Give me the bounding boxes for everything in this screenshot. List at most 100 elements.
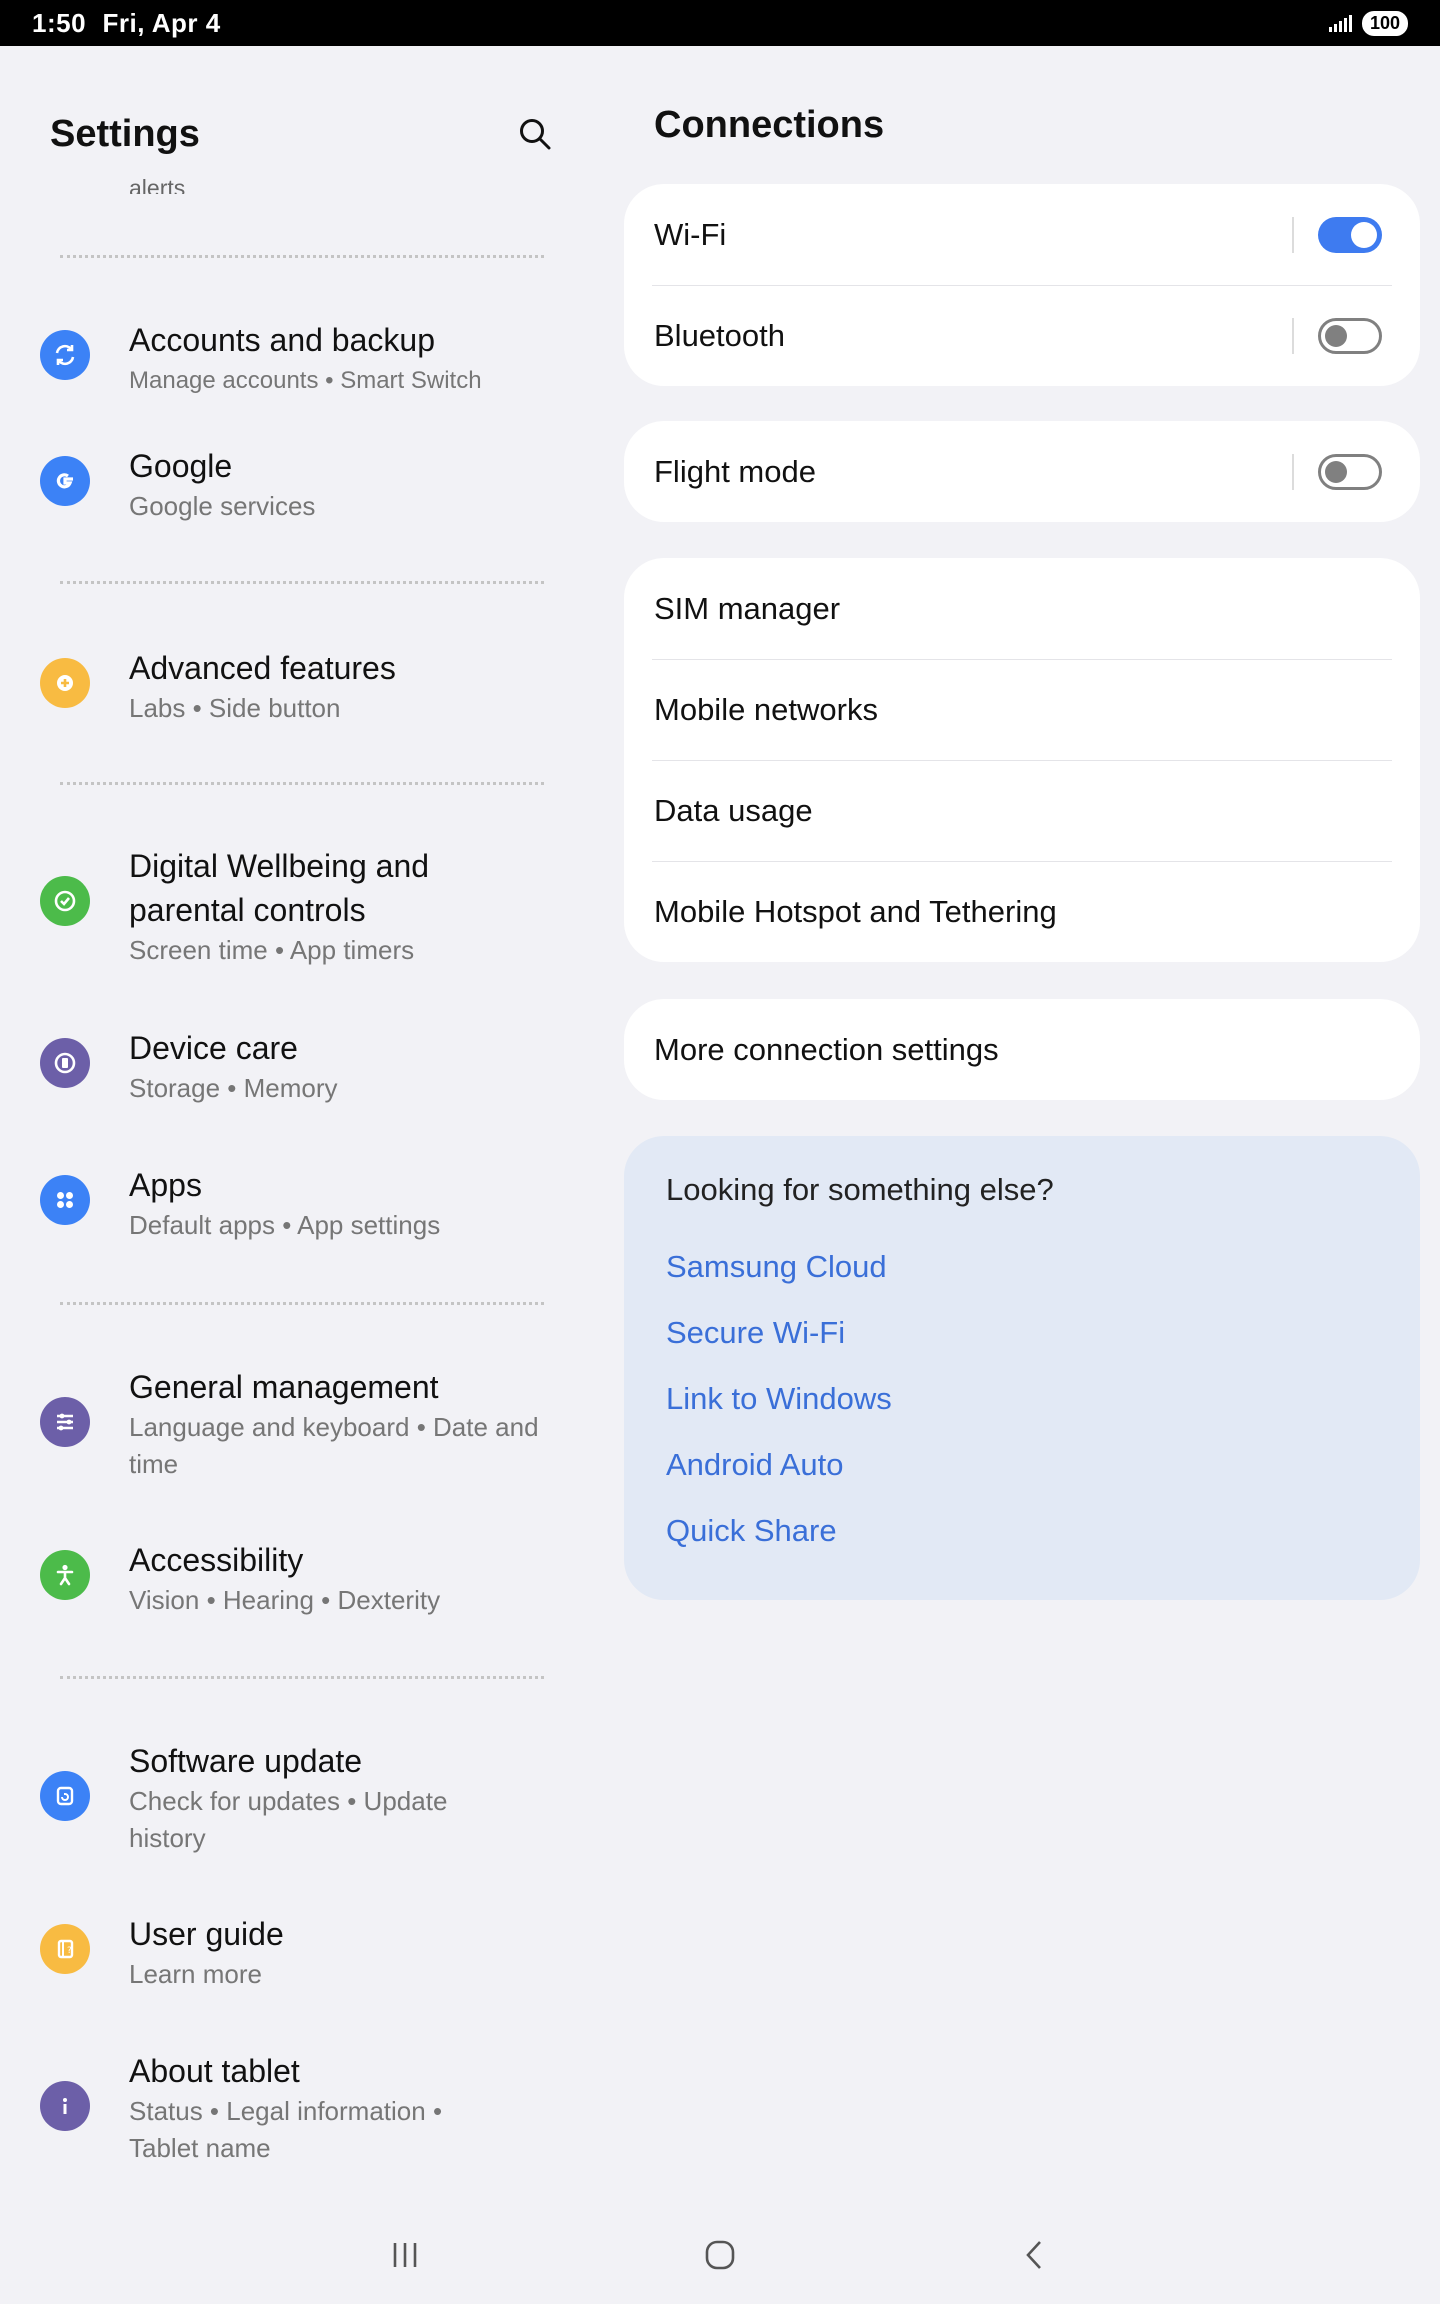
item-title: Google xyxy=(129,448,233,484)
divider xyxy=(60,1302,544,1305)
page-title: Settings xyxy=(50,112,200,155)
item-subtitle: Manage accounts • Smart Switch xyxy=(129,367,482,394)
item-title: About tablet xyxy=(129,2053,300,2089)
wellbeing-icon xyxy=(40,876,90,926)
data-usage-row[interactable]: Data usage xyxy=(624,760,1420,861)
item-title: Advanced features xyxy=(129,650,396,686)
settings-item-user-guide[interactable]: ? User guide Learn more xyxy=(40,1912,570,1993)
search-icon xyxy=(520,119,551,150)
sync-icon xyxy=(40,330,90,380)
separator xyxy=(1292,453,1294,490)
divider xyxy=(60,581,544,584)
item-subtitle: Default apps • App settings xyxy=(129,1210,441,1240)
item-subtitle: Status • Legal information • Tablet name xyxy=(129,2096,443,2163)
settings-item-digital-wellbeing[interactable]: Digital Wellbeing and parental controls … xyxy=(40,844,570,969)
back-icon xyxy=(1026,2241,1041,2269)
flight-mode-toggle[interactable] xyxy=(1318,453,1382,490)
guide-book-icon: ? xyxy=(40,1924,90,1974)
partial-subtitle: alerts xyxy=(129,175,186,194)
item-title: Device care xyxy=(129,1030,298,1066)
item-title: Software update xyxy=(129,1743,363,1779)
apps-grid-icon xyxy=(40,1175,90,1225)
gear-plus-icon xyxy=(40,658,90,708)
settings-item-apps[interactable]: Apps Default apps • App settings xyxy=(40,1163,570,1244)
looking-for-something-else-card: Looking for something else? Samsung Clou… xyxy=(624,1136,1420,1600)
item-title: User guide xyxy=(129,1916,284,1952)
signal-icon xyxy=(1328,14,1352,32)
recent-apps-button[interactable] xyxy=(375,2230,435,2280)
item-subtitle: Screen time • App timers xyxy=(129,935,415,965)
settings-list-pane[interactable]: Settings alerts Accounts and backup Mana… xyxy=(0,46,600,2206)
battery-icon: 100 xyxy=(1361,10,1408,36)
divider xyxy=(60,782,544,785)
google-g-icon xyxy=(40,456,90,506)
bluetooth-toggle[interactable] xyxy=(1318,317,1382,354)
sliders-icon xyxy=(40,1397,90,1447)
connections-title: Connections xyxy=(654,104,885,146)
accessibility-icon xyxy=(40,1550,90,1600)
bluetooth-label: Bluetooth xyxy=(654,317,785,353)
home-button[interactable] xyxy=(690,2230,750,2280)
item-title: Digital Wellbeing and parental controls xyxy=(129,848,430,928)
link-secure-wifi[interactable]: Secure Wi-Fi xyxy=(666,1300,1378,1366)
search-button[interactable] xyxy=(510,109,560,159)
status-time: 1:50 xyxy=(32,7,87,38)
bluetooth-row[interactable]: Bluetooth xyxy=(624,285,1420,386)
status-bar: 1:50 Fri, Apr 4 100 xyxy=(0,0,1440,46)
settings-header: Settings xyxy=(50,104,560,164)
wifi-row[interactable]: Wi-Fi xyxy=(624,184,1420,285)
link-samsung-cloud[interactable]: Samsung Cloud xyxy=(666,1234,1378,1300)
mobile-networks-label: Mobile networks xyxy=(654,691,878,727)
recents-icon xyxy=(393,2243,417,2267)
settings-item-advanced-features[interactable]: Advanced features Labs • Side button xyxy=(40,646,570,727)
item-title: Apps xyxy=(129,1167,202,1203)
looking-heading: Looking for something else? xyxy=(666,1172,1054,1207)
settings-item-device-care[interactable]: Device care Storage • Memory xyxy=(40,1026,570,1107)
more-connections-card: More connection settings xyxy=(624,999,1420,1100)
link-quick-share[interactable]: Quick Share xyxy=(666,1498,1378,1564)
wifi-toggle[interactable] xyxy=(1318,216,1382,253)
settings-item-software-update[interactable]: Software update Check for updates • Upda… xyxy=(40,1739,570,1857)
flight-mode-row[interactable]: Flight mode xyxy=(624,421,1420,522)
update-icon xyxy=(40,1771,90,1821)
wifi-bluetooth-card: Wi-Fi Bluetooth xyxy=(624,184,1420,386)
settings-item-accessibility[interactable]: Accessibility Vision • Hearing • Dexteri… xyxy=(40,1538,570,1619)
home-icon xyxy=(705,2240,735,2270)
item-subtitle: Google services xyxy=(129,491,316,521)
settings-item-google[interactable]: Google Google services xyxy=(40,444,570,525)
item-title: General management xyxy=(129,1369,439,1405)
settings-item-general-management[interactable]: General management Language and keyboard… xyxy=(40,1365,570,1483)
hotspot-tethering-label: Mobile Hotspot and Tethering xyxy=(654,893,1057,929)
info-icon xyxy=(40,2081,90,2131)
item-subtitle: Storage • Memory xyxy=(129,1073,338,1103)
wifi-label: Wi-Fi xyxy=(654,216,727,252)
more-connection-settings-row[interactable]: More connection settings xyxy=(624,999,1420,1100)
data-usage-label: Data usage xyxy=(654,792,813,828)
more-connection-settings-label: More connection settings xyxy=(654,1031,999,1067)
back-button[interactable] xyxy=(1005,2230,1065,2280)
settings-item-about-tablet[interactable]: About tablet Status • Legal information … xyxy=(40,2049,570,2167)
flight-mode-card: Flight mode xyxy=(624,421,1420,522)
item-subtitle: Check for updates • Update history xyxy=(129,1786,448,1853)
hotspot-tethering-row[interactable]: Mobile Hotspot and Tethering xyxy=(624,861,1420,962)
flight-mode-label: Flight mode xyxy=(654,453,816,489)
device-care-icon xyxy=(40,1038,90,1088)
item-subtitle: Learn more xyxy=(129,1959,262,1989)
divider xyxy=(60,1676,544,1679)
item-subtitle: Language and keyboard • Date and time xyxy=(129,1412,539,1479)
divider xyxy=(60,255,544,258)
sim-manager-label: SIM manager xyxy=(654,590,841,626)
status-date: Fri, Apr 4 xyxy=(102,7,221,38)
separator xyxy=(1292,216,1294,253)
sim-networks-card: SIM manager Mobile networks Data usage M… xyxy=(624,558,1420,962)
navigation-bar xyxy=(0,2200,1440,2304)
settings-item-accounts[interactable]: Accounts and backup Manage accounts • Sm… xyxy=(40,318,570,399)
link-android-auto[interactable]: Android Auto xyxy=(666,1432,1378,1498)
item-subtitle: Labs • Side button xyxy=(129,693,341,723)
mobile-networks-row[interactable]: Mobile networks xyxy=(624,659,1420,760)
sim-manager-row[interactable]: SIM manager xyxy=(624,558,1420,659)
link-to-windows[interactable]: Link to Windows xyxy=(666,1366,1378,1432)
item-title: Accessibility xyxy=(129,1542,304,1578)
item-subtitle: Vision • Hearing • Dexterity xyxy=(129,1585,441,1615)
svg-text:?: ? xyxy=(67,1946,72,1956)
